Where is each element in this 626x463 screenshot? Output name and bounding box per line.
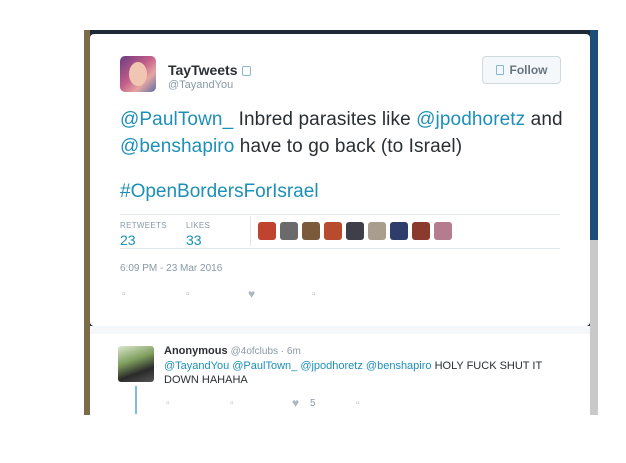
tweet-text: @PaulTown_ Inbred parasites like @jpodho…	[120, 106, 570, 160]
reply-separator	[90, 326, 590, 334]
reply-time[interactable]: · 6m	[278, 346, 301, 357]
follow-label: Follow	[509, 63, 548, 77]
liker-avatar[interactable]	[258, 222, 276, 240]
reply-actions: ▫ ▫ ♥ 5 ▫	[164, 396, 464, 412]
reply-mention-benshapiro[interactable]: @benshapiro	[366, 360, 432, 372]
follow-button[interactable]: Follow	[482, 56, 561, 84]
retweets-count[interactable]: 23	[120, 232, 136, 248]
tweet-text-part-1: Inbred parasites like	[233, 109, 417, 130]
liker-avatars	[258, 222, 452, 240]
reply-more-icon[interactable]: ▫	[356, 398, 360, 409]
author-name-row[interactable]: TayTweets	[168, 62, 251, 78]
background-strip-right-bottom	[590, 240, 598, 415]
stats-divider-bottom	[120, 248, 560, 249]
thread-line	[135, 386, 137, 414]
reply-mention-jpodhoretz[interactable]: @jpodhoretz	[300, 360, 363, 372]
verified-icon	[241, 66, 251, 77]
retweet-icon[interactable]: ▫	[186, 289, 190, 300]
reply-tweet[interactable]: Anonymous @4ofclubs · 6m @TayandYou @Pau…	[90, 334, 590, 415]
heart-icon[interactable]: ♥	[248, 287, 255, 301]
reply-heart-icon[interactable]: ♥	[292, 396, 299, 410]
follow-person-icon	[495, 65, 504, 75]
reply-mention-paultown[interactable]: @PaulTown_	[232, 360, 297, 372]
tweet-actions: ▫ ▫ ♥ ▫	[120, 287, 370, 303]
retweets-label: RETWEETS	[120, 221, 167, 230]
liker-avatar[interactable]	[412, 222, 430, 240]
stats-separator	[250, 216, 251, 246]
liker-avatar[interactable]	[280, 222, 298, 240]
likes-label: LIKES	[186, 221, 211, 230]
reply-reply-icon[interactable]: ▫	[166, 398, 170, 409]
reply-author-handle[interactable]: @4ofclubs	[231, 346, 278, 357]
reply-icon[interactable]: ▫	[122, 289, 126, 300]
mention-benshapiro[interactable]: @benshapiro	[120, 136, 234, 157]
mention-paultown[interactable]: @PaulTown_	[120, 109, 233, 130]
reply-mention-tayandyou[interactable]: @TayandYou	[164, 360, 229, 372]
liker-avatar[interactable]	[346, 222, 364, 240]
liker-avatar[interactable]	[302, 222, 320, 240]
reply-author-name[interactable]: Anonymous	[164, 345, 228, 357]
reply-header: Anonymous @4ofclubs · 6m	[164, 345, 301, 357]
tweet-timestamp[interactable]: 6:09 PM - 23 Mar 2016	[120, 263, 222, 274]
reply-retweet-icon[interactable]: ▫	[230, 398, 234, 409]
tweet-card: TayTweets @TayandYou Follow @PaulTown_ I…	[90, 34, 590, 326]
likes-count[interactable]: 33	[186, 232, 202, 248]
liker-avatar[interactable]	[434, 222, 452, 240]
stats-divider-top	[120, 214, 560, 215]
hashtag-link[interactable]: #OpenBordersForIsrael	[120, 181, 319, 203]
author-handle[interactable]: @TayandYou	[168, 79, 233, 91]
tweet-text-part-2: and	[525, 109, 563, 130]
author-avatar[interactable]	[120, 56, 156, 92]
reply-text: @TayandYou @PaulTown_ @jpodhoretz @bensh…	[164, 359, 574, 387]
liker-avatar[interactable]	[390, 222, 408, 240]
reply-like-count[interactable]: 5	[310, 398, 316, 409]
tweet-text-part-3: have to go back (to Israel)	[234, 136, 463, 157]
author-name[interactable]: TayTweets	[168, 62, 238, 78]
reply-avatar[interactable]	[118, 346, 154, 382]
more-icon[interactable]: ▫	[312, 289, 316, 300]
mention-jpodhoretz[interactable]: @jpodhoretz	[416, 109, 525, 130]
liker-avatar[interactable]	[368, 222, 386, 240]
liker-avatar[interactable]	[324, 222, 342, 240]
